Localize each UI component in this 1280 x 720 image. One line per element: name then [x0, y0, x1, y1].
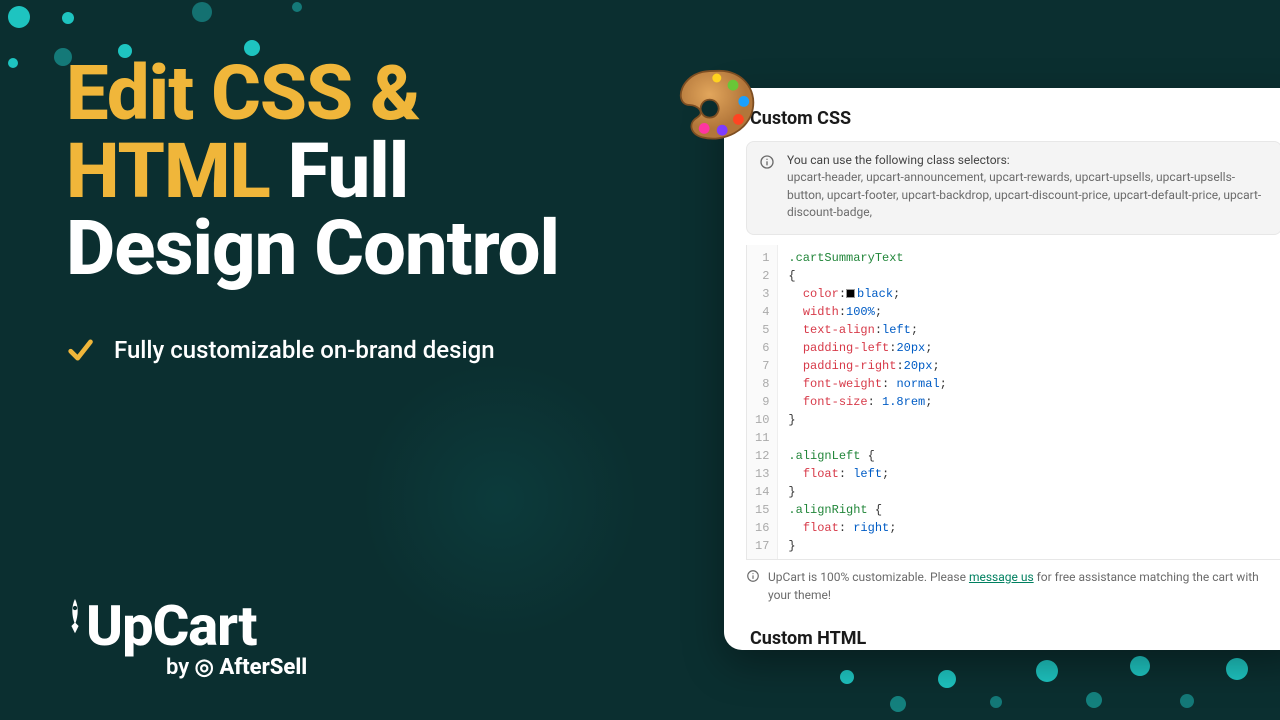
note-pre: UpCart is 100% customizable. Please — [768, 570, 969, 584]
check-icon — [66, 336, 94, 364]
css-selector-info: You can use the following class selector… — [746, 141, 1280, 235]
palette-icon — [670, 60, 760, 150]
feature-bullet: Fully customizable on-brand design — [66, 336, 495, 364]
info-selectors-list: upcart-header, upcart-announcement, upca… — [787, 169, 1267, 221]
logo-text-b: Cart — [153, 593, 257, 659]
aftersell-glyph: ◎ — [195, 655, 220, 680]
decor-glow — [360, 360, 640, 640]
message-us-link[interactable]: message us — [969, 570, 1034, 584]
brand-logo: UpCart by ◎ AfterSell — [66, 593, 307, 680]
custom-css-title: Custom CSS — [724, 88, 1280, 141]
rocket-icon — [66, 599, 84, 645]
info-icon — [759, 154, 775, 170]
settings-panel: Custom CSS You can use the following cla… — [724, 88, 1280, 650]
info-icon — [746, 569, 760, 583]
logo-text-a: Up — [86, 593, 153, 659]
logo-sub-brand: AfterSell — [219, 655, 307, 680]
css-editor[interactable]: 1234567891011121314151617 .cartSummaryTe… — [746, 245, 1280, 560]
custom-html-title: Custom HTML — [724, 622, 1280, 650]
css-editor-code[interactable]: .cartSummaryText { color:black; width:10… — [778, 245, 1280, 559]
feature-bullet-text: Fully customizable on-brand design — [114, 336, 495, 364]
logo-sub-prefix: by — [166, 655, 195, 680]
customization-note: UpCart is 100% customizable. Please mess… — [746, 568, 1280, 604]
css-editor-gutter: 1234567891011121314151617 — [747, 245, 778, 559]
info-lead: You can use the following class selector… — [787, 152, 1267, 169]
page-headline: Edit CSS & HTML Full Design Control — [66, 55, 626, 288]
